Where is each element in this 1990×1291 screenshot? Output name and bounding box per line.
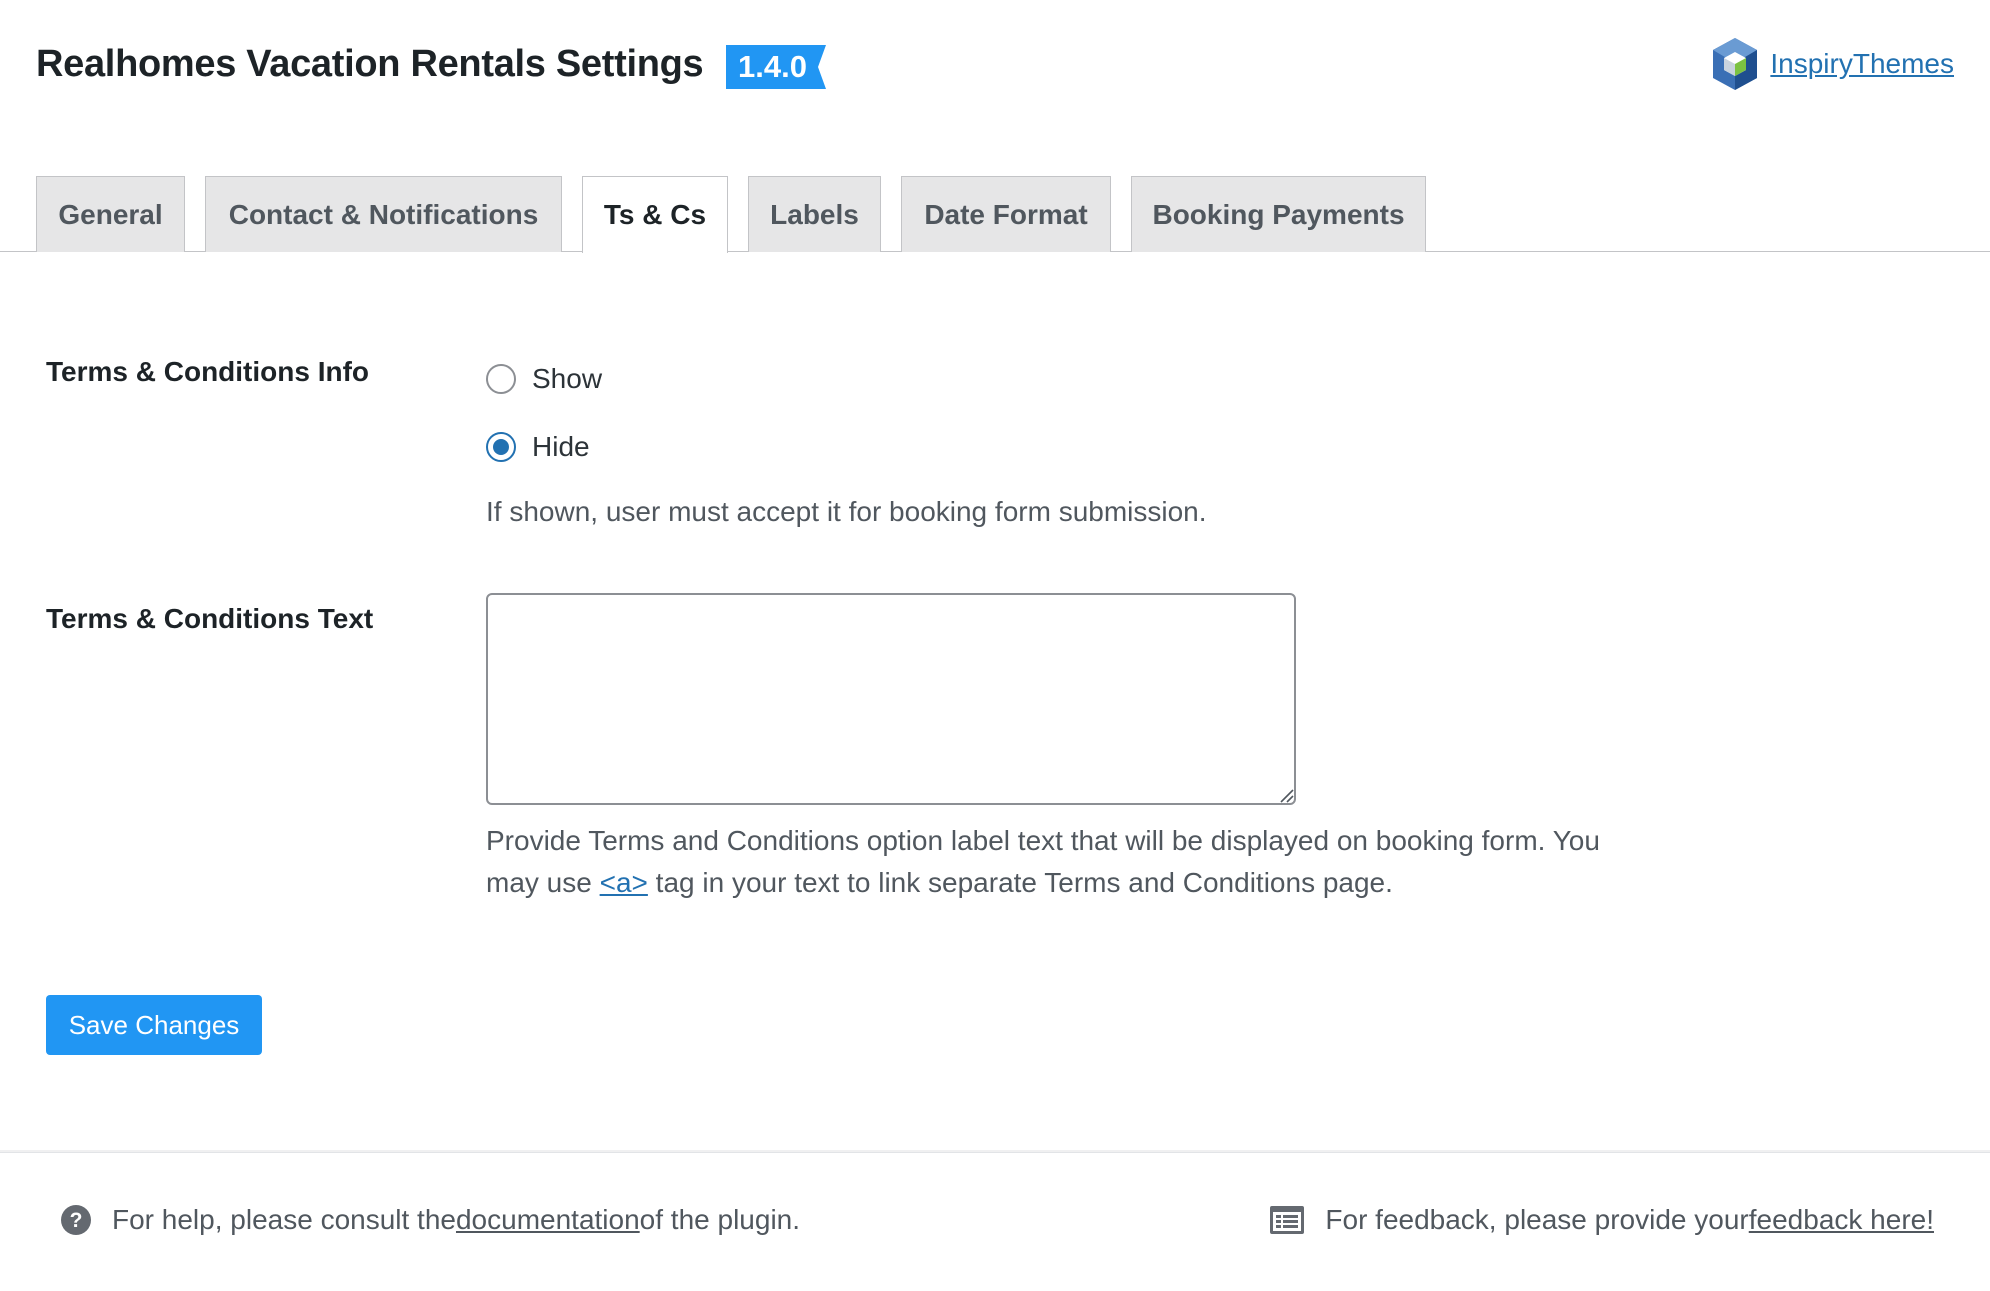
tc-text-description-line2: may use <a> tag in your text to link sep…: [486, 862, 1686, 904]
version-badge: 1.4.0: [726, 45, 826, 89]
svg-text:?: ?: [70, 1209, 83, 1232]
radio-option-hide[interactable]: Hide: [486, 431, 590, 463]
inspirythemes-logo-icon: [1713, 38, 1758, 90]
feedback-form-icon: [1270, 1206, 1305, 1234]
radio-hide[interactable]: [486, 432, 516, 462]
radio-selected-dot: [493, 439, 509, 455]
tab-ts-cs[interactable]: Ts & Cs: [582, 176, 728, 253]
tc-info-description: If shown, user must accept it for bookin…: [486, 496, 1207, 527]
feedback-link[interactable]: feedback here!: [1749, 1204, 1934, 1236]
documentation-link[interactable]: documentation: [456, 1204, 640, 1236]
radio-option-show[interactable]: Show: [486, 363, 602, 395]
feedback-note: For feedback, please provide your feedba…: [1269, 1204, 1934, 1236]
tab-general[interactable]: General: [36, 176, 185, 252]
tc-text-description: Provide Terms and Conditions option labe…: [486, 820, 1686, 904]
help-text-suffix: of the plugin.: [639, 1204, 801, 1235]
page-title: Realhomes Vacation Rentals Settings: [36, 43, 704, 85]
settings-page: Realhomes Vacation Rentals Settings 1.4.…: [0, 0, 1990, 1291]
tab-date-format[interactable]: Date Format: [901, 176, 1111, 252]
tc-text-description-suffix: tag in your text to link separate Terms …: [647, 867, 1393, 898]
brand: InspiryThemes: [1710, 36, 1954, 92]
radio-show[interactable]: [486, 364, 516, 394]
tc-text-description-prefix: may use: [486, 867, 600, 898]
feedback-text-prefix: For feedback, please provide your: [1325, 1204, 1749, 1235]
tc-text-label: Terms & Conditions Text: [46, 603, 374, 634]
save-changes-button[interactable]: Save Changes: [46, 995, 262, 1055]
tab-contact-notifications[interactable]: Contact & Notifications: [205, 176, 562, 252]
anchor-tag-link[interactable]: <a>: [600, 867, 648, 898]
tc-text-textarea[interactable]: [486, 593, 1296, 805]
radio-hide-label[interactable]: Hide: [532, 431, 590, 463]
tc-text-description-line1: Provide Terms and Conditions option labe…: [486, 825, 1600, 856]
help-icon: ?: [61, 1205, 91, 1235]
resize-handle-icon[interactable]: [1278, 787, 1294, 803]
radio-show-label[interactable]: Show: [532, 363, 602, 395]
page-header: Realhomes Vacation Rentals Settings 1.4.…: [0, 0, 1990, 134]
tab-labels[interactable]: Labels: [748, 176, 881, 252]
inspirythemes-link[interactable]: InspiryThemes: [1770, 48, 1954, 80]
tc-info-label: Terms & Conditions Info: [46, 356, 370, 387]
tab-booking-payments[interactable]: Booking Payments: [1131, 176, 1426, 252]
help-text-prefix: For help, please consult the: [112, 1204, 456, 1235]
help-note: ? For help, please consult the documenta…: [60, 1204, 800, 1236]
